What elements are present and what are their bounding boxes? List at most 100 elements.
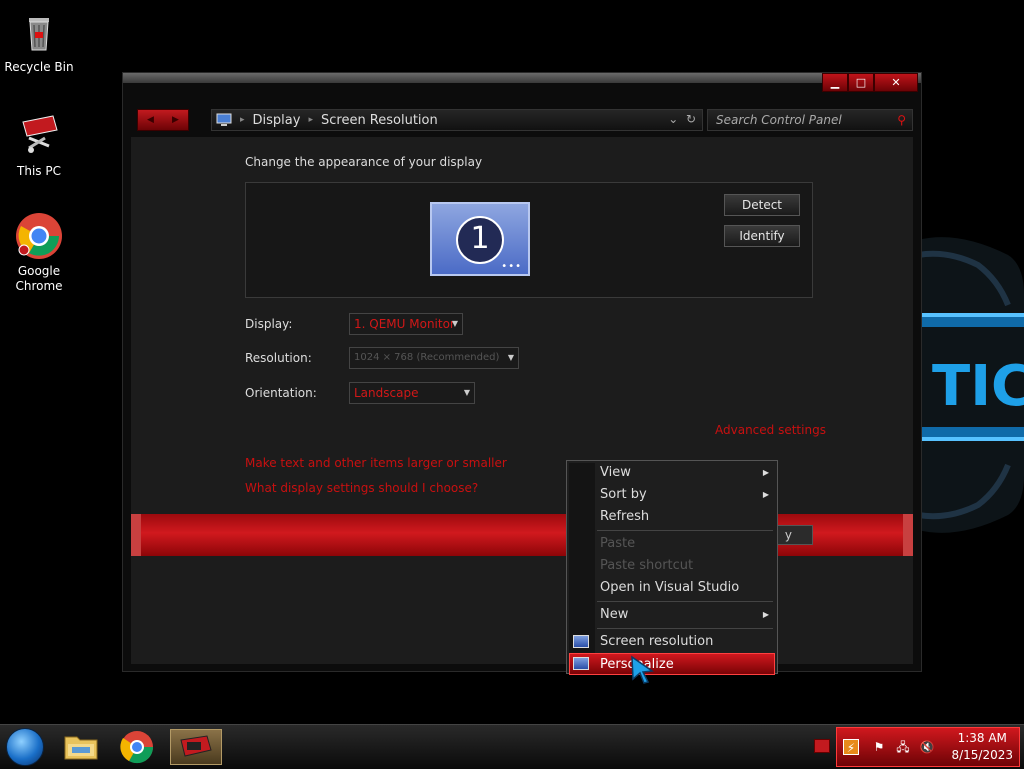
show-hidden-icons-icon[interactable] (814, 739, 830, 753)
window-titlebar[interactable] (123, 73, 921, 83)
desktop-icon-label: Recycle Bin (4, 60, 74, 74)
dropdown-arrow-icon: ▼ (463, 388, 470, 397)
chrome-icon (15, 212, 63, 260)
menu-item-paste-shortcut: Paste shortcut (569, 555, 775, 577)
menu-item-view[interactable]: View ▶ (569, 462, 775, 484)
volume-muted-icon[interactable]: 🔇 (919, 739, 935, 755)
breadcrumb-screen-resolution[interactable]: Screen Resolution (321, 113, 438, 128)
command-bar-left-cap (131, 514, 141, 556)
display-label: Display: (245, 317, 293, 331)
submenu-arrow-icon: ▶ (762, 490, 769, 499)
menu-item-open-in-visual-studio[interactable]: Open in Visual Studio (569, 577, 775, 599)
clock[interactable]: 1:38 AM 8/15/2023 (951, 730, 1013, 764)
back-forward-buttons: ◀ ▶ (137, 109, 189, 131)
command-bar: y (131, 514, 913, 556)
resolution-select-value: 1024 × 768 (Recommended) (354, 352, 500, 363)
menu-item-label: Screen resolution (600, 634, 714, 649)
flag-icon[interactable]: ⚑ (871, 739, 887, 755)
mouse-cursor-icon (631, 655, 655, 684)
text-size-link[interactable]: Make text and other items larger or smal… (245, 456, 507, 470)
breadcrumb-separator-icon: ▸ (308, 115, 313, 125)
maximize-icon: □ (855, 76, 867, 89)
search-input[interactable]: Search Control Panel ⚲ (707, 109, 913, 131)
menu-item-label: Paste shortcut (600, 558, 694, 573)
display-control-panel-icon (216, 113, 232, 126)
menu-item-refresh[interactable]: Refresh (569, 506, 775, 528)
desktop-icon-google-chrome[interactable]: Google Chrome (1, 212, 77, 294)
taskbar-chrome[interactable] (114, 729, 160, 765)
refresh-icon[interactable]: ↻ (686, 112, 696, 126)
breadcrumb-display[interactable]: Display (253, 113, 301, 128)
breadcrumb-separator-icon: ▸ (240, 115, 245, 125)
navigation-bar: ◀ ▶ ▸ Display ▸ Screen Resolution ⌄ ↻ Se… (123, 103, 921, 137)
menu-item-paste: Paste (569, 533, 775, 555)
desktop-context-menu: View ▶ Sort by ▶ Refresh Paste Paste sho… (566, 460, 778, 675)
start-button[interactable] (6, 728, 44, 766)
monitor-1-tile[interactable]: 1 ••• (430, 202, 530, 276)
back-button[interactable]: ◀ (138, 110, 163, 130)
wallpaper-emblem: TIC (918, 237, 1024, 533)
identify-button[interactable]: Identify (724, 225, 800, 247)
forward-arrow-icon: ▶ (172, 115, 179, 125)
minimize-button[interactable]: ▁ (822, 73, 848, 92)
display-settings-help-link[interactable]: What display settings should I choose? (245, 481, 478, 495)
desktop-icon-this-pc[interactable]: This PC (1, 112, 77, 179)
forward-button[interactable]: ▶ (163, 110, 188, 130)
content-area: Change the appearance of your display 1 … (131, 137, 913, 664)
desktop-icon-label: Google Chrome (15, 264, 63, 293)
command-bar-right-cap (903, 514, 913, 556)
desktop-icon-recycle-bin[interactable]: Recycle Bin (1, 8, 77, 75)
menu-item-label: Sort by (600, 487, 647, 502)
orientation-select-value: Landscape (354, 386, 419, 400)
resolution-select[interactable]: 1024 × 768 (Recommended) ▼ (349, 347, 519, 369)
monitor-number: 1 (456, 216, 504, 264)
control-panel-icon (180, 735, 212, 757)
orientation-select[interactable]: Landscape ▼ (349, 382, 475, 404)
taskbar-control-panel[interactable] (170, 729, 222, 765)
minimize-icon: ▁ (830, 76, 840, 89)
screen-resolution-window: ▁ □ ✕ ◀ ▶ ▸ Display ▸ Screen Resolution … (122, 72, 922, 672)
chrome-icon (120, 731, 154, 764)
search-placeholder: Search Control Panel (716, 113, 842, 127)
menu-separator (597, 530, 773, 531)
maximize-button[interactable]: □ (848, 73, 874, 92)
chevron-down-icon[interactable]: ⌄ (668, 112, 678, 126)
menu-item-sort-by[interactable]: Sort by ▶ (569, 484, 775, 506)
address-bar[interactable]: ▸ Display ▸ Screen Resolution ⌄ ↻ (211, 109, 703, 131)
network-icon[interactable]: 🖧 (895, 739, 911, 755)
menu-item-label: Paste (600, 536, 636, 551)
close-button[interactable]: ✕ (874, 73, 918, 92)
more-dots-icon: ••• (501, 261, 522, 272)
menu-item-personalize[interactable]: Personalize (569, 653, 775, 675)
app-tray-icon[interactable]: ⚡ (843, 739, 859, 755)
recycle-bin-icon (15, 8, 63, 56)
menu-item-label: New (600, 607, 629, 622)
resolution-label: Resolution: (245, 351, 312, 365)
menu-item-label: View (600, 465, 631, 480)
close-icon: ✕ (891, 76, 901, 89)
display-select[interactable]: 1. QEMU Monitor ▼ (349, 313, 463, 335)
screen-resolution-icon (573, 635, 589, 648)
window-caption-buttons: ▁ □ ✕ (822, 73, 918, 93)
taskbar-file-explorer[interactable] (58, 729, 104, 765)
menu-item-new[interactable]: New ▶ (569, 604, 775, 626)
folder-icon (64, 736, 98, 760)
menu-separator (597, 628, 773, 629)
display-select-value: 1. QEMU Monitor (354, 317, 455, 331)
dropdown-arrow-icon: ▼ (451, 319, 458, 328)
menu-item-screen-resolution[interactable]: Screen resolution (569, 631, 775, 653)
dropdown-arrow-icon: ▼ (507, 353, 514, 362)
advanced-settings-link[interactable]: Advanced settings (715, 423, 826, 437)
taskbar: ⚡ ⚑ 🖧 🔇 1:38 AM 8/15/2023 (0, 724, 1024, 769)
monitor-preview-area: 1 ••• Detect Identify (245, 182, 813, 298)
svg-text:TIC: TIC (932, 354, 1024, 419)
back-arrow-icon: ◀ (147, 115, 154, 125)
menu-item-label: Open in Visual Studio (600, 580, 740, 595)
submenu-arrow-icon: ▶ (762, 468, 769, 477)
detect-button[interactable]: Detect (724, 194, 800, 216)
page-heading: Change the appearance of your display (245, 155, 483, 169)
address-controls: ⌄ ↻ (668, 112, 696, 126)
apply-button-label: y (784, 528, 792, 542)
search-icon[interactable]: ⚲ (897, 110, 906, 130)
menu-separator (597, 601, 773, 602)
